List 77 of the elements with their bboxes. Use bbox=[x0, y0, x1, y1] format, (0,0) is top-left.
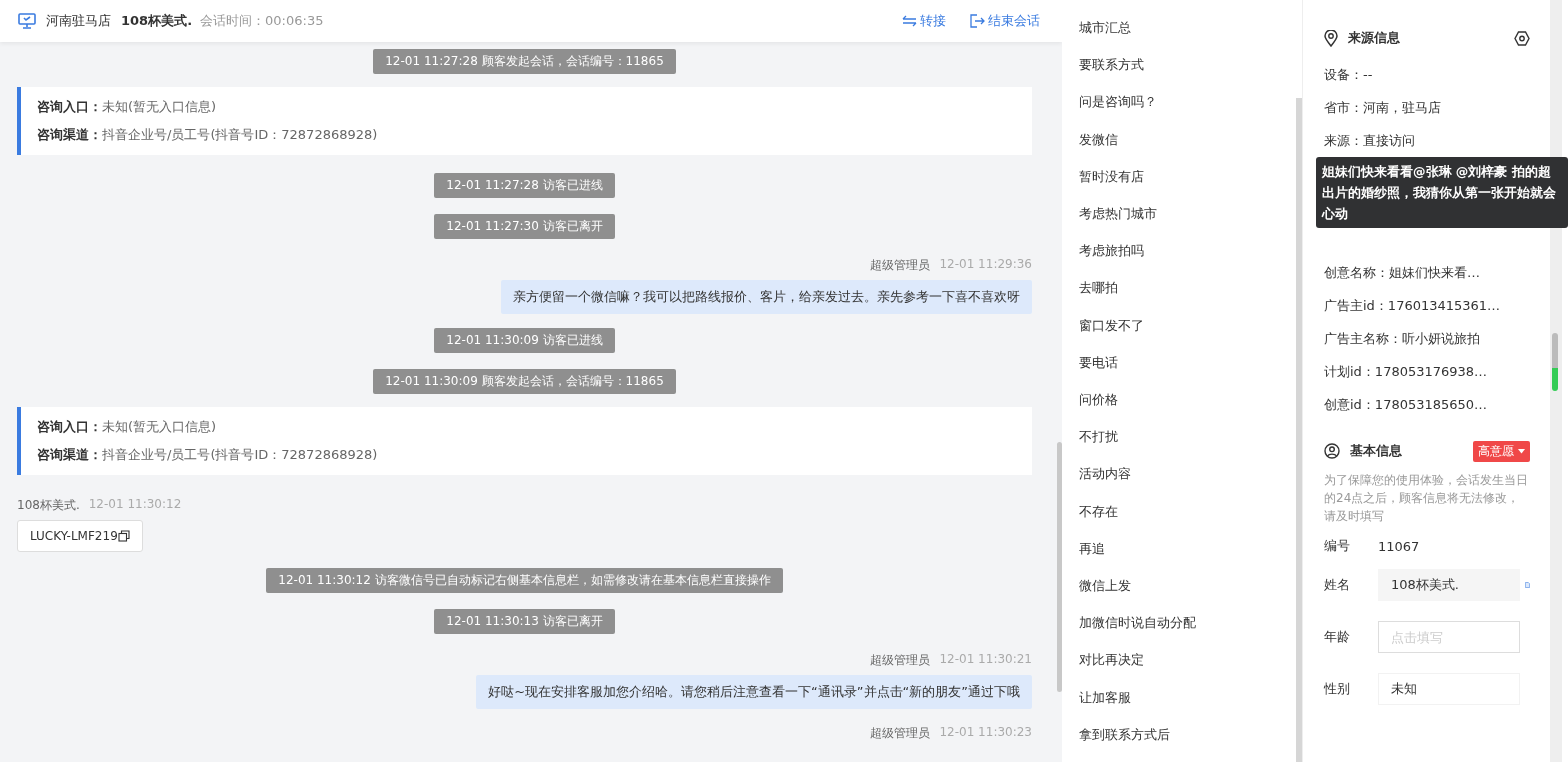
quick-reply-item[interactable]: 要电话 bbox=[1079, 352, 1296, 391]
section-title: 基本信息 bbox=[1350, 442, 1402, 460]
system-notice: 12-01 11:27:28 顾客发起会话，会话编号：11865 bbox=[373, 49, 676, 74]
system-notice: 12-01 11:30:09 顾客发起会话，会话编号：11865 bbox=[373, 369, 676, 394]
system-notice: 12-01 11:30:09 访客已进线 bbox=[434, 328, 615, 353]
quick-reply-item[interactable]: 城市汇总 bbox=[1079, 18, 1296, 56]
message-time: 12-01 11:30:12 bbox=[88, 497, 182, 513]
user-icon bbox=[1324, 443, 1340, 459]
source-field: 设备：-- bbox=[1324, 58, 1530, 91]
system-notice: 12-01 11:27:30 访客已离开 bbox=[434, 214, 615, 239]
quick-reply-item[interactable]: 发微信 bbox=[1079, 129, 1296, 167]
quick-reply-item[interactable]: 拿到联系方式后 bbox=[1079, 724, 1296, 762]
source-field: 广告主id：176013415361… bbox=[1324, 289, 1530, 322]
field-label: 性别 bbox=[1324, 680, 1351, 698]
settings-icon[interactable] bbox=[1514, 30, 1530, 46]
quick-reply-item[interactable]: 暂时没有店 bbox=[1079, 166, 1296, 204]
name-field[interactable]: 108杯美式. bbox=[1378, 569, 1520, 601]
source-field: 创意id：178053185650… bbox=[1324, 388, 1530, 421]
quick-reply-item[interactable]: 让加客服 bbox=[1079, 687, 1296, 725]
source-field: 计划id：178053176938… bbox=[1324, 355, 1530, 388]
quick-reply-item[interactable]: 窗口发不了 bbox=[1079, 315, 1296, 353]
inquiry-channel: 咨询渠道：抖音企业号/员工号(抖音号ID：72872868928) bbox=[37, 126, 379, 144]
quick-reply-item[interactable]: 加微信时说自动分配 bbox=[1079, 613, 1296, 651]
inquiry-entry: 咨询入口：未知(暂无入口信息) bbox=[37, 418, 218, 436]
field-label: 姓名 bbox=[1324, 576, 1351, 594]
notice-text: 为了保障您的使用体验，会话发生当日的24点之后，顾客信息将无法修改，请及时填写 bbox=[1324, 472, 1529, 525]
quick-reply-item[interactable]: 再追 bbox=[1079, 538, 1296, 577]
copy-icon[interactable] bbox=[117, 530, 130, 542]
system-notice: 12-01 11:30:13 访客已离开 bbox=[434, 609, 615, 634]
quick-reply-item[interactable]: 考虑旅拍吗 bbox=[1079, 241, 1296, 279]
quick-reply-item[interactable]: 考虑热门城市 bbox=[1079, 204, 1296, 242]
system-notice: 12-01 11:27:28 访客已进线 bbox=[434, 173, 615, 198]
quick-reply-item[interactable]: 去哪拍 bbox=[1079, 278, 1296, 316]
field-label: 年龄 bbox=[1324, 628, 1351, 646]
store-name: 河南驻马店 bbox=[46, 12, 111, 30]
monitor-icon bbox=[18, 13, 36, 29]
caret-icon bbox=[1518, 448, 1525, 454]
sender-name: 108杯美式. bbox=[17, 497, 80, 514]
message-time: 12-01 11:30:21 bbox=[939, 652, 1032, 668]
quick-reply-item[interactable]: 不存在 bbox=[1079, 501, 1296, 539]
system-notice: 12-01 11:30:12 访客微信号已自动标记右侧基本信息栏，如需修改请在基本信息栏直接操作 bbox=[266, 568, 783, 593]
message-bubble: 好哒~现在安排客服加您介绍哈。请您稍后注意查看一下“通讯录”并点击“新的朋友”通过下哦 bbox=[476, 675, 1032, 709]
source-field: 广告主名称：听小妍说旅拍 bbox=[1324, 322, 1530, 355]
transfer-button[interactable]: 转接 bbox=[902, 12, 946, 30]
inquiry-channel: 咨询渠道：抖音企业号/员工号(抖音号ID：72872868928) bbox=[37, 446, 379, 464]
quick-reply-item[interactable]: 微信上发 bbox=[1079, 576, 1296, 614]
message-bubble: 亲方便留一个微信嘛？我可以把路线报价、客片，给亲发过去。亲先参考一下喜不喜欢呀 bbox=[501, 280, 1032, 314]
quick-reply-item[interactable]: 要联系方式 bbox=[1079, 55, 1296, 93]
scrollbar[interactable] bbox=[1296, 98, 1302, 762]
sender-name: 超级管理员 bbox=[870, 257, 931, 274]
field-value: 11067 bbox=[1378, 538, 1420, 554]
end-session-button[interactable]: 结束会话 bbox=[970, 12, 1040, 30]
message-text: LUCKY-LMF219 bbox=[30, 529, 118, 543]
source-field: 省市：河南，驻马店 bbox=[1324, 91, 1530, 124]
session-duration: 会话时间：00:06:35 bbox=[200, 12, 324, 30]
quick-reply-item[interactable]: 问是咨询吗？ bbox=[1079, 92, 1296, 130]
quick-reply-item[interactable]: 问价格 bbox=[1079, 390, 1296, 428]
quick-reply-item[interactable]: 活动内容 bbox=[1079, 464, 1296, 502]
tooltip: 姐妹们快来看看@张琳 @刘梓豪 拍的超出片的婚纱照，我猜你从第一张开始就会心动 bbox=[1316, 157, 1568, 228]
location-pin-icon bbox=[1324, 29, 1338, 47]
message-time: 12-01 11:30:23 bbox=[939, 725, 1032, 741]
source-field: 来源：直接访问 bbox=[1324, 124, 1530, 157]
quick-reply-item[interactable]: 不打扰 bbox=[1079, 427, 1296, 465]
source-field: 创意名称：姐妹们快来看… bbox=[1324, 256, 1530, 289]
quick-reply-item[interactable]: 对比再决定 bbox=[1079, 650, 1296, 688]
message-time: 12-01 11:29:36 bbox=[939, 257, 1032, 273]
swap-arrows-icon bbox=[902, 15, 917, 27]
gender-select[interactable]: 未知 bbox=[1378, 673, 1520, 705]
sender-name: 超级管理员 bbox=[870, 652, 931, 669]
section-title: 来源信息 bbox=[1348, 29, 1400, 47]
field-label: 编号 bbox=[1324, 537, 1351, 555]
exit-icon bbox=[970, 14, 985, 28]
customer-name: 108杯美式. bbox=[121, 12, 193, 30]
inquiry-entry: 咨询入口：未知(暂无入口信息) bbox=[37, 98, 218, 116]
scrollbar[interactable] bbox=[1057, 442, 1062, 692]
sender-name: 超级管理员 bbox=[870, 725, 931, 742]
intent-tag-dropdown[interactable]: 高意愿 bbox=[1473, 440, 1530, 462]
